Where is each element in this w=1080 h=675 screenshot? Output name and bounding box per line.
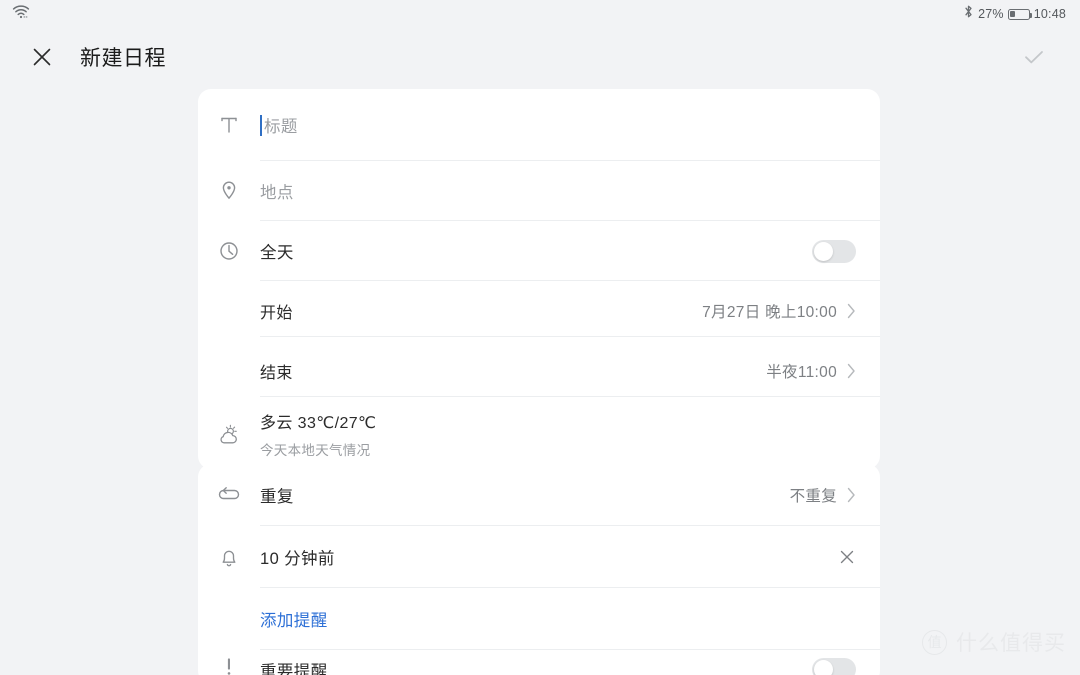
partly-cloudy-icon	[198, 401, 260, 469]
reminder-body[interactable]: 10 分钟前	[260, 526, 880, 588]
start-label: 开始	[260, 305, 293, 322]
priority-body: 重要提醒	[260, 650, 856, 675]
close-button[interactable]	[22, 37, 62, 77]
bell-icon	[198, 526, 260, 588]
bluetooth-icon	[963, 4, 974, 24]
reminder-card: 重复 不重复 10 分钟前 添加提醒 重要提醒	[198, 464, 880, 675]
start-value: 7月27日 晚上10:00	[702, 304, 837, 321]
text-caret	[260, 114, 262, 136]
close-icon	[33, 48, 51, 66]
weather-summary: 多云 33℃/27℃	[260, 415, 377, 432]
exclamation-icon	[198, 650, 260, 675]
wifi-icon	[12, 4, 30, 25]
chevron-right-icon	[847, 303, 855, 319]
end-value: 半夜11:00	[766, 364, 837, 381]
repeat-label: 重复	[260, 488, 294, 506]
check-icon	[1025, 51, 1043, 64]
weather-caption: 今天本地天气情况	[260, 443, 371, 458]
app-bar: 新建日程	[0, 28, 1080, 86]
title-row[interactable]: 标题	[198, 89, 880, 161]
end-label: 结束	[260, 365, 293, 382]
priority-label: 重要提醒	[260, 663, 328, 675]
repeat-row[interactable]: 重复 不重复	[198, 464, 880, 526]
weather-body: 多云 33℃/27℃ 今天本地天气情况	[260, 401, 856, 469]
event-details-card: 标题 地点 全天 开始 7月27日 晚上10:00 结束 半夜11:00 多云 …	[198, 89, 880, 469]
weather-row: 多云 33℃/27℃ 今天本地天气情况	[198, 401, 880, 469]
app-bar-left: 新建日程	[22, 37, 166, 77]
add-reminder-icon-slot	[198, 588, 260, 650]
all-day-toggle[interactable]	[812, 239, 856, 263]
battery-percent-label: 27%	[978, 6, 1004, 21]
repeat-icon	[198, 464, 260, 526]
all-day-body: 全天	[260, 221, 880, 281]
repeat-value: 不重复	[789, 488, 837, 505]
status-bar-right: 27% 10:48	[963, 4, 1066, 24]
watermark-badge: 值	[922, 629, 947, 655]
start-time-row[interactable]: 开始 7月27日 晚上10:00	[198, 281, 880, 341]
add-reminder-link[interactable]: 添加提醒	[260, 607, 328, 631]
status-bar: 27% 10:48	[0, 0, 1080, 28]
start-time-body[interactable]: 开始 7月27日 晚上10:00	[260, 285, 880, 337]
end-time-body[interactable]: 结束 半夜11:00	[260, 345, 880, 397]
location-placeholder: 地点	[260, 184, 294, 202]
priority-toggle[interactable]	[812, 658, 856, 675]
title-input-wrap[interactable]: 标题	[260, 89, 880, 161]
clock-icon	[198, 221, 260, 281]
all-day-label: 全天	[260, 244, 294, 262]
location-pin-icon	[198, 161, 260, 221]
repeat-body[interactable]: 重复 不重复	[260, 464, 880, 526]
text-format-icon	[198, 89, 260, 161]
confirm-button[interactable]	[1014, 37, 1054, 77]
reminder-row[interactable]: 10 分钟前	[198, 526, 880, 588]
end-row-icon-slot	[198, 341, 260, 401]
start-row-icon-slot	[198, 281, 260, 341]
watermark-text: 什么值得买	[956, 632, 1066, 655]
add-reminder-row[interactable]: 添加提醒	[198, 588, 880, 650]
end-time-row[interactable]: 结束 半夜11:00	[198, 341, 880, 401]
title-placeholder: 标题	[264, 118, 298, 136]
priority-reminder-row[interactable]: 重要提醒	[198, 650, 880, 675]
status-bar-clock: 10:48	[1033, 6, 1066, 21]
title-input[interactable]: 标题	[260, 113, 298, 137]
calendar-new-event-screen: 27% 10:48 新建日程 标题 地点 全天 开始 7月27日 晚上10:00…	[0, 0, 1080, 675]
chevron-right-icon	[847, 487, 855, 503]
add-reminder-body[interactable]: 添加提醒	[260, 588, 880, 650]
page-title: 新建日程	[80, 47, 166, 70]
location-input-wrap[interactable]: 地点	[260, 161, 880, 221]
all-day-row[interactable]: 全天	[198, 221, 880, 281]
location-row[interactable]: 地点	[198, 161, 880, 221]
watermark: 值 什么值得买	[922, 627, 1066, 657]
reminder-label: 10 分钟前	[260, 550, 335, 568]
status-bar-left	[12, 4, 30, 25]
battery-icon	[1007, 8, 1033, 20]
remove-reminder-button[interactable]	[838, 548, 856, 566]
chevron-right-icon	[847, 363, 855, 379]
